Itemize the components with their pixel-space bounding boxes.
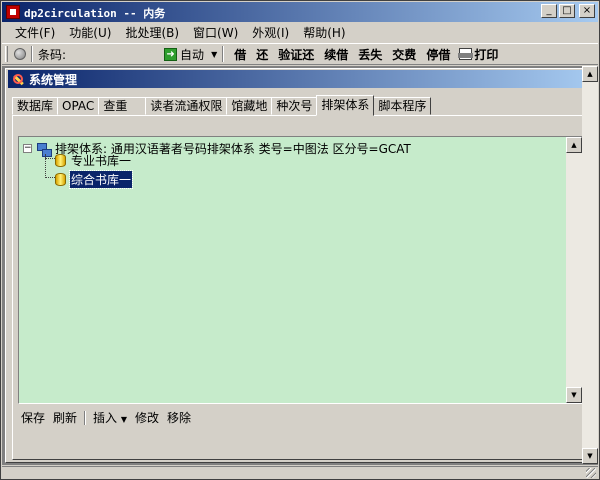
action-bar: 保存 刷新 插入 ▼ 修改 移除	[17, 409, 195, 426]
tab-dedup[interactable]: 查重	[98, 97, 147, 115]
menu-function[interactable]: 功能(U)	[62, 24, 118, 41]
network-icon	[36, 142, 52, 157]
print-button[interactable]: 打印	[455, 46, 502, 63]
tab-reader-circulation-rights[interactable]: 读者流通权限	[145, 97, 228, 115]
database-icon	[55, 154, 66, 167]
renew-button[interactable]: 续借	[319, 46, 353, 63]
mdi-scrollbar[interactable]: ▲ ▼	[582, 66, 598, 464]
child-title-bar[interactable]: 系统管理	[8, 70, 592, 88]
verify-return-button[interactable]: 验证还	[273, 46, 319, 63]
tree-connector	[45, 158, 55, 159]
chevron-down-icon: ▼	[120, 415, 128, 424]
tree-node-professional-stack[interactable]: 专业书库一	[55, 152, 132, 169]
auto-label: 自动	[180, 47, 205, 62]
scroll-down-icon[interactable]: ▼	[582, 448, 598, 464]
tab-database[interactable]: 数据库	[12, 97, 59, 115]
menu-batch[interactable]: 批处理(B)	[118, 24, 186, 41]
menu-help[interactable]: 帮助(H)	[296, 24, 352, 41]
delete-button[interactable]: 移除	[163, 409, 195, 426]
status-bar	[2, 466, 598, 479]
chevron-down-icon[interactable]: ▼	[211, 50, 217, 59]
menu-file[interactable]: 文件(F)	[8, 24, 62, 41]
resize-grip-icon[interactable]	[586, 468, 596, 478]
menu-window[interactable]: 窗口(W)	[186, 24, 245, 41]
print-label: 打印	[474, 47, 499, 62]
minimize-button[interactable]: _	[541, 4, 557, 18]
toolbar-grip[interactable]	[5, 46, 8, 62]
main-window: dp2circulation -- 内务 _ □ × 文件(F) 功能(U) 批…	[0, 0, 600, 480]
menu-appearance[interactable]: 外观(I)	[245, 24, 296, 41]
tab-opac[interactable]: OPAC	[57, 97, 100, 115]
save-button[interactable]: 保存	[17, 409, 49, 426]
insert-label: 插入	[93, 411, 118, 425]
barcode-input[interactable]	[70, 45, 163, 63]
scroll-up-icon[interactable]: ▲	[566, 137, 582, 153]
window-controls: _ □ ×	[541, 4, 595, 18]
printer-icon	[458, 48, 474, 60]
shelving-tree[interactable]: − 排架体系: 通用汉语著者号码排架体系 类号=中图法 区分号=GCAT 专业书…	[18, 136, 583, 404]
tab-shelving-system[interactable]: 排架体系	[316, 95, 375, 116]
action-separator	[84, 410, 87, 425]
pay-fee-button[interactable]: 交费	[387, 46, 421, 63]
refresh-button[interactable]: 刷新	[49, 409, 81, 426]
modify-button[interactable]: 修改	[131, 409, 163, 426]
auto-button[interactable]: ➜ 自动 ▼	[164, 46, 217, 63]
system-management-window: 系统管理 数据库 OPAC 查重 读者流通权限 馆藏地 种次号 排架体系 脚本程…	[5, 68, 595, 463]
tab-panel: − 排架体系: 通用汉语著者号码排架体系 类号=中图法 区分号=GCAT 专业书…	[12, 115, 588, 460]
tab-call-number-seq[interactable]: 种次号	[271, 97, 318, 115]
app-icon	[6, 5, 20, 19]
tree-node-label: 专业书库一	[71, 154, 132, 168]
mdi-area: 系统管理 数据库 OPAC 查重 读者流通权限 馆藏地 种次号 排架体系 脚本程…	[2, 66, 598, 465]
scroll-up-icon[interactable]: ▲	[582, 66, 598, 82]
return-button[interactable]: 还	[251, 46, 273, 63]
wrench-icon	[12, 73, 25, 86]
tab-script[interactable]: 脚本程序	[373, 97, 432, 115]
collapse-icon[interactable]: −	[23, 144, 32, 153]
title-bar[interactable]: dp2circulation -- 内务 _ □ ×	[2, 2, 598, 22]
child-window-title: 系统管理	[29, 72, 78, 87]
status-circle-icon	[14, 48, 26, 60]
vertical-scrollbar[interactable]: ▲ ▼	[566, 137, 582, 403]
toolbar: 条码: ➜ 自动 ▼ 借 还 验证还 续借 丢失 交费 停借 打印	[2, 43, 598, 65]
tree-node-general-stack[interactable]: 综合书库一	[55, 170, 134, 189]
toolbar-separator	[31, 46, 33, 62]
suspend-button[interactable]: 停借	[421, 46, 455, 63]
menu-bar: 文件(F) 功能(U) 批处理(B) 窗口(W) 外观(I) 帮助(H)	[2, 23, 598, 42]
tab-strip: 数据库 OPAC 查重 读者流通权限 馆藏地 种次号 排架体系 脚本程序	[12, 95, 432, 116]
window-title: dp2circulation -- 内务	[24, 7, 166, 20]
borrow-button[interactable]: 借	[229, 46, 251, 63]
lost-button[interactable]: 丢失	[353, 46, 387, 63]
insert-button[interactable]: 插入 ▼	[89, 409, 131, 426]
tree-connector	[45, 177, 55, 178]
scroll-down-icon[interactable]: ▼	[566, 387, 582, 403]
close-button[interactable]: ×	[579, 4, 595, 18]
toolbar-separator	[222, 46, 225, 62]
barcode-label: 条码:	[38, 47, 67, 62]
tree-node-label-selected: 综合书库一	[68, 170, 134, 189]
tab-location[interactable]: 馆藏地	[226, 97, 273, 115]
database-icon	[55, 173, 66, 186]
maximize-button[interactable]: □	[559, 4, 575, 18]
arrow-right-icon: ➜	[164, 47, 178, 61]
